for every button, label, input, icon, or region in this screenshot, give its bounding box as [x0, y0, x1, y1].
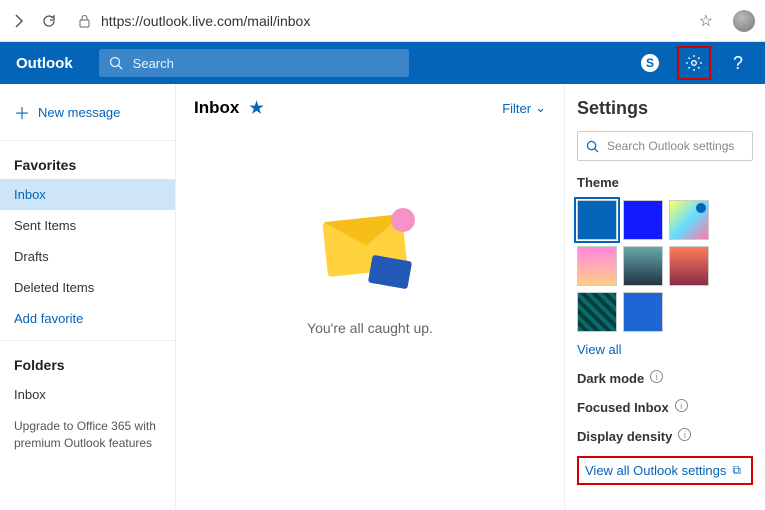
theme-swatch[interactable] [623, 246, 663, 286]
empty-state: You're all caught up. [194, 208, 546, 336]
skype-icon[interactable]: S [633, 46, 667, 80]
new-message-label: New message [38, 105, 120, 120]
settings-search-placeholder: Search Outlook settings [607, 139, 734, 153]
upgrade-promo[interactable]: Upgrade to Office 365 with premium Outlo… [0, 410, 175, 460]
theme-swatch[interactable] [577, 292, 617, 332]
theme-swatch[interactable] [623, 200, 663, 240]
info-icon[interactable]: i [675, 399, 688, 412]
app-header: Outlook Search S ? [0, 42, 765, 84]
favorites-header: Favorites [0, 147, 175, 179]
theme-swatch[interactable] [669, 200, 709, 240]
url-text: https://outlook.live.com/mail/inbox [101, 13, 689, 29]
search-icon [109, 56, 123, 70]
star-icon[interactable]: ★ [249, 98, 263, 118]
theme-swatch[interactable] [577, 246, 617, 286]
sidebar-item-inbox[interactable]: Inbox [0, 179, 175, 210]
theme-grid [577, 200, 753, 332]
info-icon[interactable]: i [650, 370, 663, 383]
theme-label: Theme [577, 175, 753, 190]
dark-mode-row[interactable]: Dark mode i [577, 367, 753, 386]
plus-icon: ＋ [14, 100, 30, 124]
refresh-icon[interactable] [40, 12, 58, 30]
search-box[interactable]: Search [99, 49, 409, 77]
settings-gear-icon[interactable] [677, 46, 711, 80]
settings-search[interactable]: Search Outlook settings [577, 131, 753, 161]
settings-title: Settings [577, 98, 753, 119]
profile-avatar[interactable] [733, 10, 755, 32]
inbox-title: Inbox ★ [194, 98, 264, 118]
search-icon [586, 140, 599, 153]
sidebar: ＋ New message Favorites Inbox Sent Items… [0, 84, 176, 510]
empty-illustration [315, 208, 425, 298]
filter-button[interactable]: Filter ⌄ [502, 100, 546, 116]
inbox-pane: Inbox ★ Filter ⌄ You're all caught up. [176, 84, 565, 510]
theme-swatch[interactable] [623, 292, 663, 332]
search-placeholder: Search [133, 56, 174, 71]
browser-toolbar: https://outlook.live.com/mail/inbox ☆ [0, 0, 765, 42]
theme-swatch[interactable] [669, 246, 709, 286]
sidebar-folder-inbox[interactable]: Inbox [0, 379, 175, 410]
help-icon[interactable]: ? [721, 46, 755, 80]
folders-header: Folders [0, 347, 175, 379]
favorite-star-icon[interactable]: ☆ [699, 11, 713, 31]
new-message-button[interactable]: ＋ New message [0, 90, 175, 134]
focused-inbox-row[interactable]: Focused Inbox i [577, 396, 753, 415]
sidebar-item-drafts[interactable]: Drafts [0, 241, 175, 272]
view-all-themes-link[interactable]: View all [577, 342, 753, 357]
sidebar-item-deleted[interactable]: Deleted Items [0, 272, 175, 303]
popout-icon: ⧉ [732, 463, 741, 478]
lock-icon [78, 14, 91, 28]
add-favorite-link[interactable]: Add favorite [0, 303, 175, 334]
brand[interactable]: Outlook [10, 55, 79, 72]
sidebar-item-sent[interactable]: Sent Items [0, 210, 175, 241]
view-all-settings-link[interactable]: View all Outlook settings ⧉ [577, 456, 753, 485]
forward-icon[interactable] [10, 12, 28, 30]
theme-swatch[interactable] [577, 200, 617, 240]
info-icon[interactable]: i [678, 428, 691, 441]
chevron-down-icon: ⌄ [535, 100, 546, 116]
display-density-row[interactable]: Display density i [577, 425, 753, 444]
settings-panel: Settings Search Outlook settings Theme V… [565, 84, 765, 510]
address-bar[interactable]: https://outlook.live.com/mail/inbox ☆ [70, 6, 721, 36]
empty-message: You're all caught up. [307, 320, 433, 336]
